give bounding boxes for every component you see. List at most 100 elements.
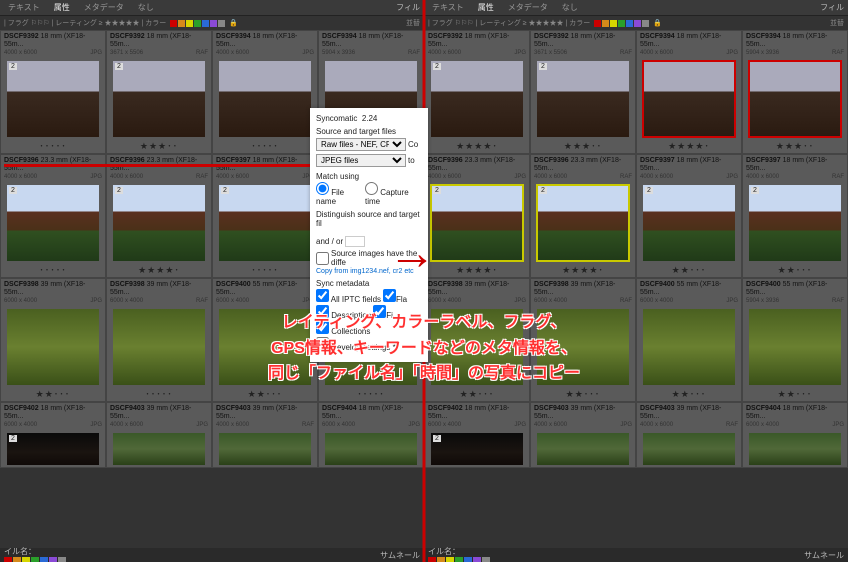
thumbnail-label: サムネール (380, 550, 420, 561)
rating-stars[interactable]: ★★･･･ (425, 387, 529, 401)
rating-stars[interactable]: ★★★★･ (531, 263, 635, 277)
color-swatch[interactable] (218, 20, 225, 27)
cb-iptc[interactable]: All IPTC fields (316, 289, 381, 304)
color-swatch[interactable] (428, 557, 436, 562)
color-swatch[interactable] (618, 20, 625, 27)
rating-stars[interactable]: ･････ (319, 387, 423, 401)
toolbar-tab[interactable]: なし (134, 2, 158, 13)
rating-stars[interactable]: ★★･･･ (743, 387, 847, 401)
target-select[interactable]: JPEG files (316, 154, 406, 167)
thumbnail-cell[interactable]: DSCF9398 39 mm (XF18-55m...6000 x 4000RA… (106, 278, 212, 402)
thumbnail-cell[interactable]: DSCF9398 39 mm (XF18-55m...6000 x 4000JP… (0, 278, 106, 402)
color-swatch[interactable] (49, 557, 57, 562)
color-swatch[interactable] (202, 20, 209, 27)
toolbar-tab[interactable]: 属性 (50, 2, 74, 13)
color-swatch[interactable] (22, 557, 30, 562)
toolbar-tab[interactable]: メタデータ (80, 2, 128, 13)
color-swatch[interactable] (642, 20, 649, 27)
rating-stars[interactable]: ★★★･･ (107, 139, 211, 153)
color-swatch[interactable] (594, 20, 601, 27)
color-swatch[interactable] (4, 557, 12, 562)
rating-stars[interactable]: ★★･･･ (637, 263, 741, 277)
thumbnail-cell[interactable]: DSCF9394 18 mm (XF18-55m...4000 x 6000JP… (212, 30, 318, 154)
color-swatch[interactable] (626, 20, 633, 27)
thumbnail-cell[interactable]: DSCF9403 39 mm (XF18-55m...4000 x 6000JP… (530, 402, 636, 468)
thumbnail-cell[interactable]: DSCF9392 18 mm (XF18-55m...3671 x 5506RA… (530, 30, 636, 154)
rating-stars[interactable]: ★★･･･ (637, 387, 741, 401)
rating-stars[interactable]: ★★･･･ (213, 387, 317, 401)
rating-stars[interactable]: ★★･･･ (1, 387, 105, 401)
thumbnail-cell[interactable]: DSCF9396 23.3 mm (XF18-55m...4000 x 6000… (530, 154, 636, 278)
thumbnail-cell[interactable]: DSCF9392 18 mm (XF18-55m...4000 x 6000JP… (424, 30, 530, 154)
rating-stars[interactable]: ･････ (107, 387, 211, 401)
thumbnail-cell[interactable]: DSCF9394 18 mm (XF18-55m...4000 x 6000JP… (636, 30, 742, 154)
color-swatch[interactable] (58, 557, 66, 562)
thumbnail-cell[interactable]: DSCF9400 55 mm (XF18-55m...6000 x 4000JP… (636, 278, 742, 402)
rating-stars[interactable]: ★★★★･ (425, 139, 529, 153)
thumbnail-cell[interactable]: DSCF9396 23.3 mm (XF18-55m...4000 x 6000… (424, 154, 530, 278)
rating-stars[interactable]: ★★★･･ (743, 139, 847, 153)
rating-stars[interactable]: ★★★★･ (107, 263, 211, 277)
color-swatch[interactable] (186, 20, 193, 27)
src-target-label: Source and target files (316, 127, 422, 136)
rating-stars[interactable]: ･････ (1, 263, 105, 277)
cb-fla[interactable]: Fla (383, 289, 407, 304)
color-swatch[interactable] (40, 557, 48, 562)
thumbnail-cell[interactable]: DSCF9404 18 mm (XF18-55m...6000 x 4000JP… (742, 402, 848, 468)
rating-stars[interactable]: ･････ (213, 263, 317, 277)
thumbnail-cell[interactable]: DSCF9402 18 mm (XF18-55m...6000 x 4000JP… (0, 402, 106, 468)
color-swatch[interactable] (13, 557, 21, 562)
thumbnail-cell[interactable]: DSCF9394 18 mm (XF18-55m...5904 x 3936RA… (742, 30, 848, 154)
color-swatch[interactable] (437, 557, 445, 562)
thumbnail-cell[interactable]: DSCF9396 23.3 mm (XF18-55m...4000 x 6000… (106, 154, 212, 278)
rating-stars[interactable]: ★★･･･ (743, 263, 847, 277)
toolbar-tab[interactable]: テキスト (428, 2, 468, 13)
rating-stars[interactable]: ★★･･･ (531, 387, 635, 401)
thumbnail-cell[interactable]: DSCF9403 39 mm (XF18-55m...4000 x 6000JP… (106, 402, 212, 468)
rating-stars[interactable]: ★★★★･ (637, 139, 741, 153)
color-swatch[interactable] (194, 20, 201, 27)
color-swatch[interactable] (210, 20, 217, 27)
andor-field[interactable] (345, 236, 365, 247)
color-swatch[interactable] (602, 20, 609, 27)
thumbnail-cell[interactable]: DSCF9404 18 mm (XF18-55m...6000 x 4000JP… (318, 402, 424, 468)
toolbar-tab[interactable]: なし (558, 2, 582, 13)
arrange-label[interactable]: 並替 (830, 18, 844, 28)
arrow-icon: → (388, 226, 436, 281)
color-swatch[interactable] (455, 557, 463, 562)
color-swatch[interactable] (446, 557, 454, 562)
toolbar: テキスト属性メタデータなしフィル (424, 0, 848, 16)
radio-filename[interactable]: File name (316, 182, 363, 206)
rating-stars[interactable]: ★★★･･ (531, 139, 635, 153)
thumbnail-cell[interactable]: DSCF9392 18 mm (XF18-55m...4000 x 6000JP… (0, 30, 106, 154)
radio-capturetime[interactable]: Capture time (365, 182, 422, 206)
color-swatch[interactable] (31, 557, 39, 562)
color-swatch[interactable] (473, 557, 481, 562)
thumbnail-cell[interactable]: DSCF9397 18 mm (XF18-55m...4000 x 6000JP… (636, 154, 742, 278)
toolbar-tab[interactable]: テキスト (4, 2, 44, 13)
rating-stars[interactable]: ★★★★･ (425, 263, 529, 277)
color-swatch[interactable] (482, 557, 490, 562)
thumbnail-cell[interactable]: DSCF9400 55 mm (XF18-55m...5904 x 3936RA… (742, 278, 848, 402)
filter-bar: | フラグ ⚐⚐⚐ | レーティング ≥ ★★★★★ | カラー 🔒 並替 (0, 16, 424, 30)
source-select[interactable]: Raw files - NEF, CR2 etc (316, 138, 406, 151)
thumbnail-cell[interactable]: DSCF9396 23.3 mm (XF18-55m...4000 x 6000… (0, 154, 106, 278)
thumbnail-cell[interactable]: DSCF9397 18 mm (XF18-55m...4000 x 6000JP… (212, 154, 318, 278)
color-swatch[interactable] (610, 20, 617, 27)
color-swatch[interactable] (178, 20, 185, 27)
match-label: Match using (316, 172, 422, 181)
toolbar-tab[interactable]: 属性 (474, 2, 498, 13)
thumbnail-cell[interactable]: DSCF9403 39 mm (XF18-55m...4000 x 6000RA… (212, 402, 318, 468)
color-swatch[interactable] (464, 557, 472, 562)
thumbnail-cell[interactable]: DSCF9397 18 mm (XF18-55m...4000 x 6000RA… (742, 154, 848, 278)
color-swatch[interactable] (634, 20, 641, 27)
color-swatch[interactable] (170, 20, 177, 27)
filter-bar: | フラグ ⚐⚐⚐ | レーティング ≥ ★★★★★ | カラー 🔒 並替 (424, 16, 848, 30)
toolbar-tab[interactable]: メタデータ (504, 2, 552, 13)
arrange-label[interactable]: 並替 (406, 18, 420, 28)
rating-stars[interactable]: ･････ (1, 139, 105, 153)
rating-stars[interactable]: ･････ (213, 139, 317, 153)
thumbnail-cell[interactable]: DSCF9402 18 mm (XF18-55m...6000 x 4000JP… (424, 402, 530, 468)
thumbnail-cell[interactable]: DSCF9392 18 mm (XF18-55m...3671 x 5506RA… (106, 30, 212, 154)
thumbnail-cell[interactable]: DSCF9403 39 mm (XF18-55m...4000 x 6000RA… (636, 402, 742, 468)
